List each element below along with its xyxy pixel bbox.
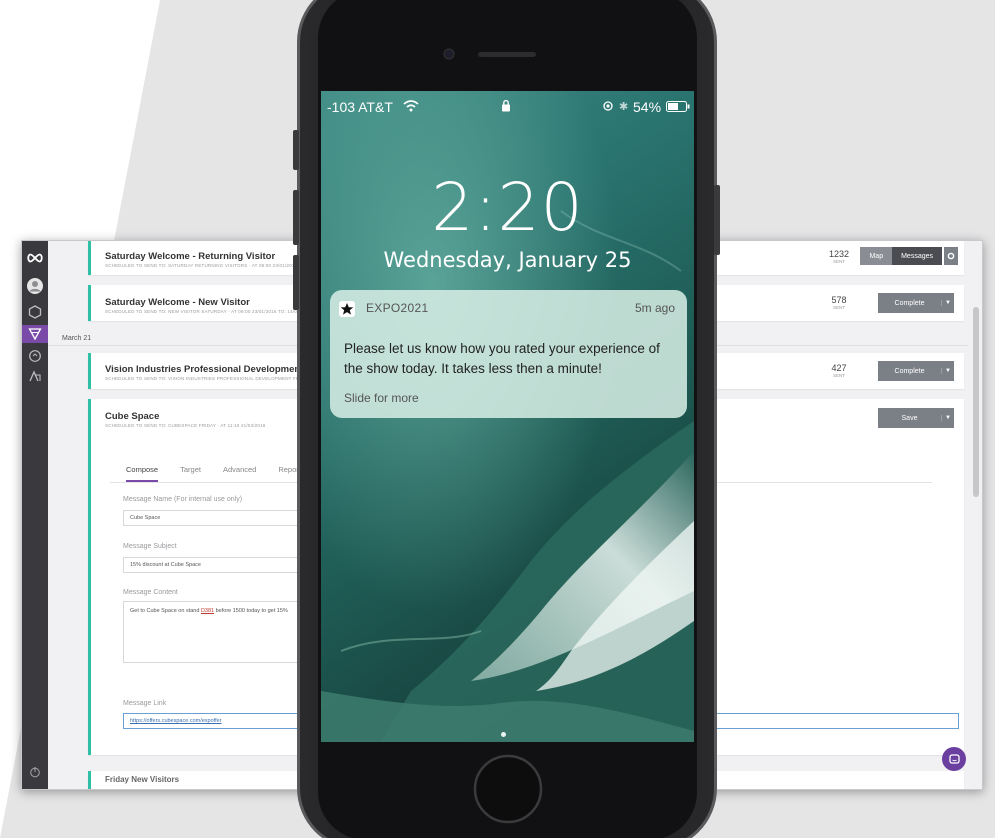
- bluetooth-icon: ✱: [619, 101, 629, 113]
- editor-tabs: Compose Target Advanced Report: [126, 465, 301, 482]
- lock-screen-time: 2:20: [431, 169, 584, 246]
- sent-stat: 1232 SENT: [824, 249, 854, 264]
- message-subject-label: Message Subject: [123, 543, 177, 550]
- push-notification[interactable]: EXPO2021 5m ago Please let us know how y…: [330, 290, 687, 418]
- editor-schedule: SCHEDULED TO SEND TO: CUBESPACE FRIDAY ·…: [105, 423, 266, 428]
- complete-button[interactable]: Complete ▼: [878, 293, 954, 313]
- complete-button-label: Complete: [894, 299, 925, 307]
- message-title: Saturday Welcome - New Visitor: [105, 297, 250, 308]
- sent-stat: 427 SENT: [824, 363, 854, 378]
- user-avatar-icon[interactable]: [26, 277, 44, 295]
- sent-label: SENT: [832, 373, 845, 378]
- date-header: March 21: [62, 335, 92, 342]
- sent-label: SENT: [832, 305, 845, 310]
- phone-lock-screen: -103 AT&T ✱ 54% 2:20 Wednesday, January …: [321, 91, 694, 742]
- lock-icon: [502, 99, 510, 112]
- scrollbar-thumb[interactable]: [973, 307, 979, 497]
- tab-compose[interactable]: Compose: [126, 465, 159, 482]
- save-button[interactable]: Save ▼: [878, 408, 954, 428]
- sent-stat: 578 SENT: [824, 295, 854, 310]
- message-title: Friday New Visitors: [105, 775, 180, 784]
- battery-percent: 54%: [633, 99, 662, 115]
- sent-count: 578: [831, 295, 847, 305]
- tab-advanced[interactable]: Advanced: [223, 465, 256, 482]
- orientation-lock-icon: [603, 101, 613, 111]
- content-text-end: before 1500 today to get 15%: [214, 608, 288, 614]
- chevron-down-icon[interactable]: ▼: [941, 368, 954, 374]
- page-dots: [501, 732, 509, 740]
- slide-for-more[interactable]: Slide for more: [344, 391, 419, 405]
- map-tab[interactable]: Map: [860, 247, 893, 265]
- message-schedule: SCHEDULED TO SEND TO: NEW VISITOR SATURD…: [105, 309, 297, 314]
- sent-count: 427: [831, 363, 847, 373]
- power-icon[interactable]: [26, 763, 44, 781]
- chat-icon: [948, 753, 960, 764]
- view-toggle: Map Messages: [860, 247, 942, 265]
- chevron-down-icon[interactable]: ▼: [941, 300, 954, 306]
- wifi-icon: [403, 100, 419, 112]
- lock-screen-date: Wednesday, January 25: [383, 248, 632, 272]
- messages-tab[interactable]: Messages: [892, 247, 942, 265]
- people-icon[interactable]: [26, 367, 44, 385]
- complete-button[interactable]: Complete ▼: [878, 361, 954, 381]
- battery-icon: [666, 101, 690, 112]
- scrollbar[interactable]: [972, 245, 980, 781]
- notification-app-name: EXPO2021: [366, 301, 429, 315]
- notification-body: Please let us know how you rated your ex…: [344, 341, 660, 376]
- sent-label: SENT: [832, 259, 845, 264]
- message-link-value: https://offers.cubespace.com/expoffer: [130, 718, 222, 724]
- status-bar: -103 AT&T ✱ 54%: [321, 91, 694, 119]
- complete-button-label: Complete: [894, 367, 925, 375]
- chevron-down-icon[interactable]: ▼: [941, 415, 954, 421]
- chat-support-button[interactable]: [942, 747, 966, 771]
- carrier-label: -103 AT&T: [327, 99, 393, 115]
- message-name-label: Message Name (For internal use only): [123, 496, 243, 503]
- message-schedule: SCHEDULED TO SEND TO: SATURDAY RETURNING…: [105, 263, 318, 268]
- hexagon-icon[interactable]: [26, 303, 44, 321]
- message-title: Saturday Welcome - Returning Visitor: [105, 251, 276, 262]
- tab-target[interactable]: Target: [180, 465, 201, 482]
- gear-icon[interactable]: [944, 247, 958, 265]
- app-star-icon: [339, 301, 355, 317]
- notification-time: 5m ago: [634, 301, 675, 315]
- message-content-label: Message Content: [123, 589, 178, 596]
- triangle-filter-icon[interactable]: [22, 325, 48, 343]
- editor-title: Cube Space: [105, 411, 160, 422]
- content-text-start: Get to Cube Space on stand: [130, 608, 201, 614]
- message-schedule: SCHEDULED TO SEND TO: VISION INDUSTRIES …: [105, 376, 325, 381]
- save-button-label: Save: [901, 414, 918, 422]
- stand-link[interactable]: D381: [201, 608, 214, 614]
- sent-count: 1232: [828, 249, 850, 259]
- message-link-label: Message Link: [123, 700, 167, 707]
- refresh-circle-icon[interactable]: [26, 347, 44, 365]
- app-sidebar: [22, 241, 48, 789]
- infinity-logo-icon[interactable]: [26, 249, 44, 267]
